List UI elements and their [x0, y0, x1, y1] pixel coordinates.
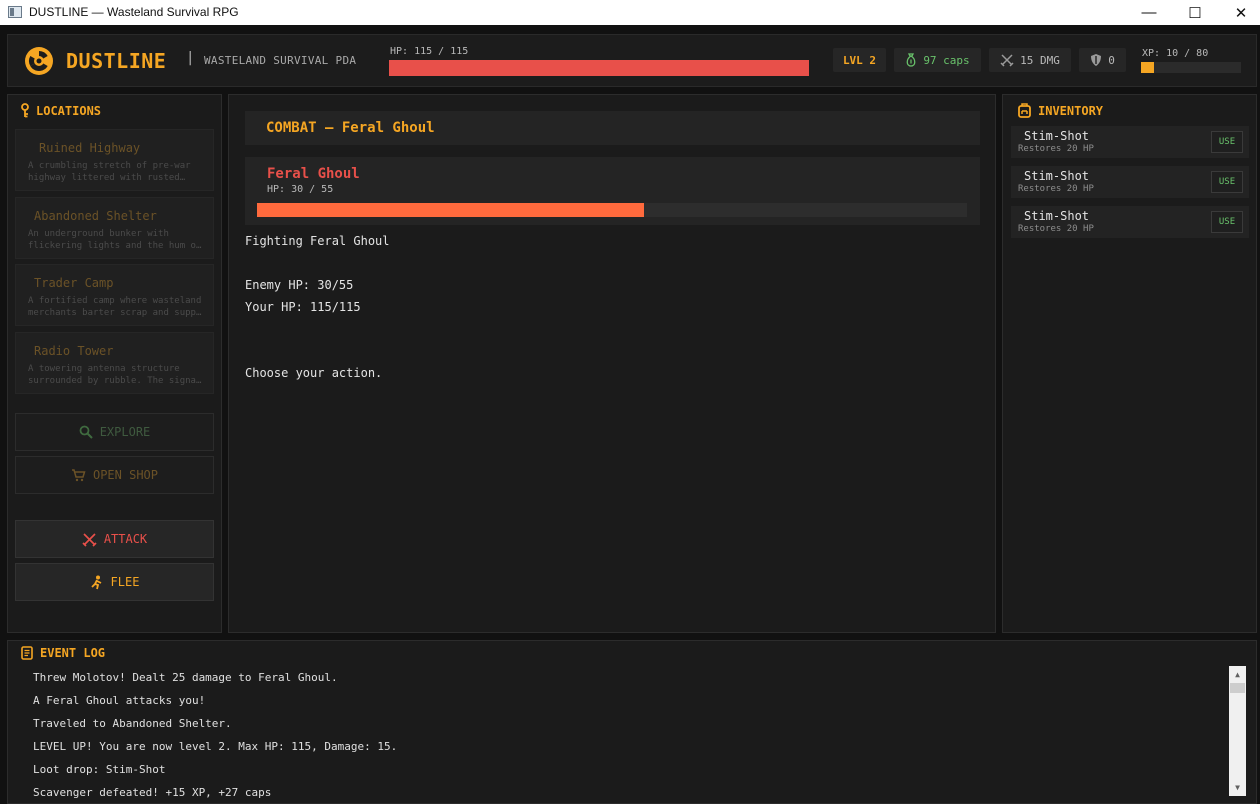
player-hp-label: HP: 115 / 115	[390, 46, 469, 57]
log-entry: Traveled to Abandoned Shelter.	[33, 717, 232, 730]
use-item-button[interactable]: USE	[1211, 131, 1243, 153]
player-hp-bar	[389, 60, 809, 76]
cart-icon	[71, 469, 86, 482]
enemy-hp-label: HP: 30 / 55	[267, 184, 334, 195]
enemy-hp-fill	[257, 203, 644, 217]
app-subtitle: WASTELAND SURVIVAL PDA	[204, 54, 357, 67]
scroll-up-icon[interactable]: ▲	[1229, 666, 1246, 683]
log-entry: Loot drop: Stim-Shot	[33, 763, 166, 776]
status-header: DUSTLINE | WASTELAND SURVIVAL PDA HP: 11…	[7, 34, 1257, 87]
level-badge: LVL 2	[833, 48, 886, 72]
running-person-icon	[90, 575, 101, 589]
location-description: A fortified camp where wasteland merchant…	[28, 296, 202, 318]
money-bag-icon	[906, 53, 916, 67]
radiation-icon	[25, 47, 53, 75]
location-name: Ruined Highway	[39, 141, 141, 155]
combat-message: Your HP: 115/115	[245, 300, 361, 314]
location-abandoned-shelter[interactable]: Abandoned Shelter An underground bunker …	[15, 197, 214, 259]
location-description: An underground bunker with flickering lig…	[28, 229, 202, 251]
explore-button[interactable]: EXPLORE	[15, 413, 214, 451]
flee-label: FLEE	[110, 575, 140, 589]
app-brand: DUSTLINE	[66, 49, 167, 73]
combat-message: Choose your action.	[245, 366, 383, 380]
crossed-swords-icon	[1000, 54, 1014, 67]
log-entry: LEVEL UP! You are now level 2. Max HP: 1…	[33, 740, 398, 753]
combat-header: COMBAT — Feral Ghoul	[245, 111, 980, 145]
crossed-swords-icon	[82, 532, 97, 547]
open-shop-label: OPEN SHOP	[92, 468, 159, 482]
event-log-panel: EVENT LOG Threw Molotov! Dealt 25 damage…	[7, 640, 1257, 804]
combat-message: Fighting Feral Ghoul	[245, 234, 390, 248]
location-radio-tower[interactable]: Radio Tower A towering antenna structure…	[15, 332, 214, 394]
enemy-card: Feral Ghoul HP: 30 / 55	[245, 157, 980, 225]
flee-button[interactable]: FLEE	[15, 563, 214, 601]
explore-label: EXPLORE	[99, 425, 151, 439]
item-name: Stim-Shot	[1024, 169, 1090, 183]
damage-label: 15 DMG	[1020, 53, 1060, 67]
backpack-icon	[1018, 103, 1031, 118]
minimize-button[interactable]: —	[1126, 0, 1172, 25]
inventory-item: Stim-Shot Restores 20 HP USE	[1011, 126, 1249, 158]
item-name: Stim-Shot	[1024, 209, 1090, 223]
use-item-button[interactable]: USE	[1211, 171, 1243, 193]
log-entry: Scavenger defeated! +15 XP, +27 caps	[33, 786, 272, 799]
scroll-thumb[interactable]	[1230, 683, 1245, 693]
header-separator: |	[186, 50, 195, 66]
inventory-panel: INVENTORY Stim-Shot Restores 20 HP USE S…	[1002, 94, 1257, 633]
inventory-heading: INVENTORY	[1017, 103, 1103, 118]
location-name: Radio Tower	[34, 344, 114, 358]
location-name: Abandoned Shelter	[34, 209, 157, 223]
key-icon	[21, 103, 29, 118]
enemy-hp-bar	[257, 203, 967, 217]
xp-fill	[1141, 62, 1154, 73]
shield-icon	[1091, 54, 1102, 66]
xp-bar	[1141, 62, 1241, 73]
inventory-title: INVENTORY	[1038, 103, 1104, 118]
inventory-item: Stim-Shot Restores 20 HP USE	[1011, 166, 1249, 198]
armor-label: 0	[1108, 53, 1115, 67]
location-description: A crumbling stretch of pre-war highway li…	[28, 161, 191, 183]
xp-label: XP: 10 / 80	[1142, 48, 1209, 59]
scroll-down-icon[interactable]: ▼	[1229, 779, 1246, 796]
event-log-heading: EVENT LOG	[20, 646, 105, 660]
close-button[interactable]: ✕	[1218, 0, 1260, 25]
locations-panel: LOCATIONS Ruined Highway A crumbling str…	[7, 94, 222, 633]
location-trader-camp[interactable]: Trader Camp A fortified camp where waste…	[15, 264, 214, 326]
combat-message: Enemy HP: 30/55	[245, 278, 354, 292]
use-item-button[interactable]: USE	[1211, 211, 1243, 233]
location-name: Trader Camp	[34, 276, 114, 290]
maximize-button[interactable]: ☐	[1172, 0, 1218, 25]
app-window-icon	[8, 6, 22, 18]
attack-button[interactable]: ATTACK	[15, 520, 214, 558]
locations-heading: LOCATIONS	[20, 103, 101, 118]
item-description: Restores 20 HP	[1018, 224, 1094, 234]
player-hp-fill	[389, 60, 809, 76]
location-description: A towering antenna structure surrounded b…	[28, 364, 202, 386]
event-log-title: EVENT LOG	[40, 646, 106, 660]
caps-label: 97 caps	[923, 53, 970, 67]
location-ruined-highway[interactable]: Ruined Highway A crumbling stretch of pr…	[15, 129, 214, 191]
damage-badge: 15 DMG	[989, 48, 1071, 72]
magnifier-icon	[79, 425, 93, 439]
window-titlebar: DUSTLINE — Wasteland Survival RPG — ☐ ✕	[0, 0, 1260, 25]
inventory-item: Stim-Shot Restores 20 HP USE	[1011, 206, 1249, 238]
attack-label: ATTACK	[103, 532, 148, 546]
scroll-icon	[21, 646, 33, 660]
item-name: Stim-Shot	[1024, 129, 1090, 143]
item-description: Restores 20 HP	[1018, 144, 1094, 154]
event-log-scrollbar[interactable]: ▲ ▼	[1229, 666, 1246, 796]
open-shop-button[interactable]: OPEN SHOP	[15, 456, 214, 494]
log-entry: Threw Molotov! Dealt 25 damage to Feral …	[33, 671, 338, 684]
caps-badge: 97 caps	[894, 48, 981, 72]
level-label: LVL 2	[842, 53, 877, 67]
armor-badge: 0	[1079, 48, 1126, 72]
combat-panel: COMBAT — Feral Ghoul Feral Ghoul HP: 30 …	[228, 94, 996, 633]
log-entry: A Feral Ghoul attacks you!	[33, 694, 206, 707]
window-title: DUSTLINE — Wasteland Survival RPG	[29, 5, 239, 19]
enemy-name: Feral Ghoul	[267, 166, 360, 182]
locations-title: LOCATIONS	[36, 103, 102, 118]
item-description: Restores 20 HP	[1018, 184, 1094, 194]
